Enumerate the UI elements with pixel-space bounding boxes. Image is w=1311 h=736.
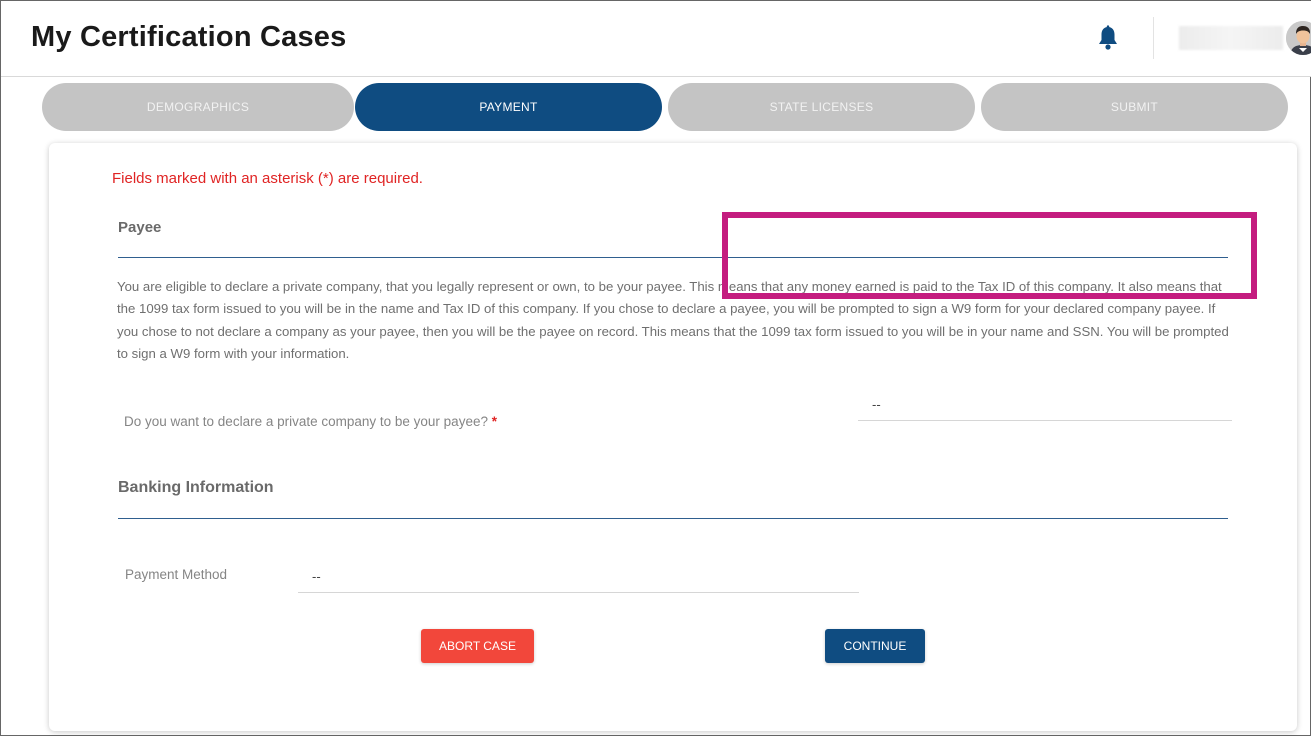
continue-button[interactable]: CONTINUE bbox=[825, 629, 925, 663]
payee-question-label: Do you want to declare a private company… bbox=[124, 414, 497, 429]
app-window: My Certification Cases DEMOGRAPHICS PAYM… bbox=[0, 0, 1311, 736]
step-demographics[interactable]: DEMOGRAPHICS bbox=[42, 83, 354, 131]
banking-section-divider bbox=[118, 518, 1228, 519]
payee-declaration-select[interactable]: -- bbox=[858, 391, 1232, 421]
header-divider bbox=[1153, 17, 1154, 59]
user-avatar-icon[interactable] bbox=[1286, 21, 1311, 55]
step-submit[interactable]: SUBMIT bbox=[981, 83, 1288, 131]
step-state-licenses[interactable]: STATE LICENSES bbox=[668, 83, 975, 131]
abort-case-button[interactable]: ABORT CASE bbox=[421, 629, 534, 663]
progress-steps: DEMOGRAPHICS PAYMENT STATE LICENSES SUBM… bbox=[1, 83, 1311, 133]
payee-description: You are eligible to declare a private co… bbox=[117, 279, 1229, 362]
payment-method-select[interactable]: -- bbox=[298, 563, 859, 593]
user-name-redacted[interactable] bbox=[1179, 26, 1283, 50]
step-payment[interactable]: PAYMENT bbox=[355, 83, 662, 131]
required-asterisk: * bbox=[491, 414, 497, 429]
banking-section-title: Banking Information bbox=[118, 479, 274, 496]
page-title: My Certification Cases bbox=[31, 21, 347, 53]
payment-form-card: Fields marked with an asterisk (*) are r… bbox=[49, 143, 1297, 731]
payee-section-divider bbox=[118, 257, 1228, 258]
required-fields-note: Fields marked with an asterisk (*) are r… bbox=[112, 170, 423, 187]
payee-question-text: Do you want to declare a private company… bbox=[124, 414, 488, 429]
payment-method-label: Payment Method bbox=[125, 567, 228, 582]
top-header: My Certification Cases bbox=[1, 1, 1311, 77]
bell-icon[interactable] bbox=[1097, 25, 1119, 51]
payee-section-title: Payee bbox=[118, 219, 162, 236]
